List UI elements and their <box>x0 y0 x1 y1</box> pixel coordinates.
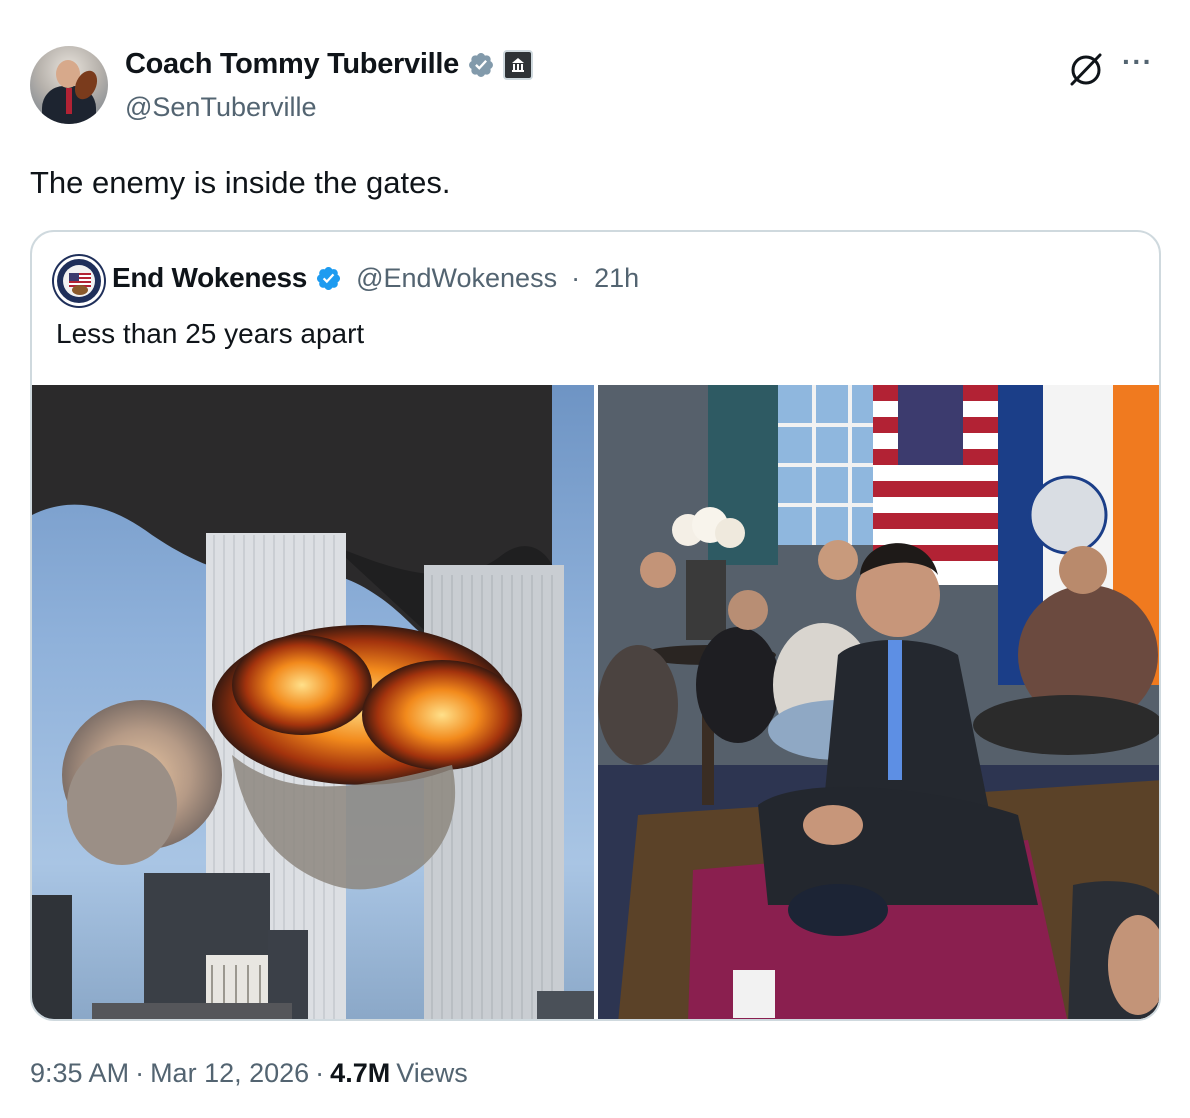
quoted-timestamp[interactable]: 21h <box>594 263 639 294</box>
media-photo-right[interactable] <box>598 385 1159 1019</box>
views-label: Views <box>396 1058 468 1088</box>
quoted-author-avatar[interactable] <box>54 256 104 306</box>
media-photo-left[interactable] <box>32 385 594 1019</box>
tweet-text: The enemy is inside the gates. <box>30 165 451 200</box>
meta-separator: · <box>315 1058 325 1088</box>
photo-right-illustration <box>598 385 1159 1019</box>
quoted-media <box>32 385 1159 1019</box>
photo-left-illustration <box>32 385 594 1019</box>
author-avatar[interactable] <box>30 46 108 124</box>
tweet: Coach Tommy Tuberville @SenTuberville ··… <box>0 0 1190 1118</box>
tweet-time[interactable]: 9:35 AM <box>30 1058 129 1089</box>
quoted-header: End Wokeness @EndWokeness · 21h <box>112 262 639 294</box>
quoted-tweet-text: Less than 25 years apart <box>56 318 365 349</box>
government-badge-icon <box>502 49 533 80</box>
verified-badge-icon <box>317 266 341 290</box>
meta-separator: · <box>135 1058 145 1088</box>
views-count[interactable]: 4.7M <box>330 1058 390 1089</box>
avatar-flag-canton <box>69 273 79 281</box>
author-display-name[interactable]: Coach Tommy Tuberville <box>125 48 459 81</box>
more-options-icon[interactable]: ··· <box>1122 48 1153 76</box>
avatar-eagle <box>72 285 88 295</box>
verified-badge-icon <box>468 52 493 77</box>
quoted-display-name[interactable]: End Wokeness <box>112 262 307 294</box>
author-name-row: Coach Tommy Tuberville <box>125 48 533 81</box>
avatar-tie <box>66 88 72 114</box>
author-handle[interactable]: @SenTuberville <box>125 92 317 123</box>
quoted-tweet[interactable]: End Wokeness @EndWokeness · 21h Less tha… <box>30 230 1161 1021</box>
quoted-handle[interactable]: @EndWokeness <box>356 263 557 294</box>
grok-icon[interactable] <box>1066 52 1106 86</box>
tweet-date[interactable]: Mar 12, 2026 <box>150 1058 309 1089</box>
tweet-footer: 9:35 AM · Mar 12, 2026 · 4.7M Views <box>30 1058 468 1089</box>
meta-separator: · <box>571 262 581 293</box>
